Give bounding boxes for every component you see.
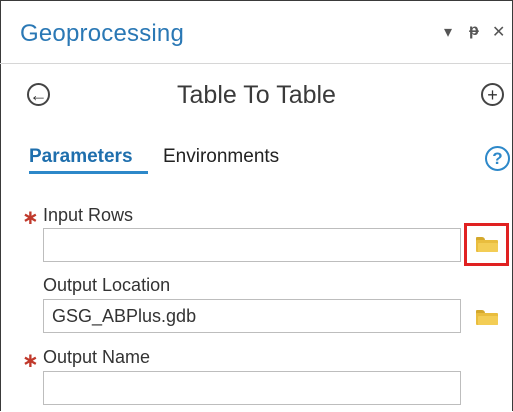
output-name-field[interactable]	[43, 371, 461, 405]
input-rows-field[interactable]	[43, 228, 461, 262]
required-marker-output-name: ∗	[22, 350, 39, 372]
plus-icon: +	[487, 84, 498, 105]
help-button[interactable]: ?	[485, 146, 510, 171]
tab-environments[interactable]: Environments	[163, 146, 279, 168]
highlight-box	[464, 223, 509, 266]
required-marker-input-rows: ∗	[22, 207, 39, 229]
output-location-label: Output Location	[43, 275, 171, 295]
help-icon: ?	[492, 148, 503, 168]
pin-icon[interactable]: ᵽ	[469, 22, 479, 40]
tool-title: Table To Table	[177, 81, 336, 109]
input-rows-label: Input Rows	[43, 205, 134, 225]
title-divider	[0, 63, 511, 64]
pane-title: Geoprocessing	[20, 20, 185, 47]
output-location-field[interactable]	[43, 299, 461, 333]
close-icon[interactable]: ✕	[492, 22, 505, 42]
tab-parameters[interactable]: Parameters	[29, 146, 133, 168]
pane-menu-icon[interactable]: ▾	[444, 22, 452, 42]
add-button[interactable]: +	[481, 83, 504, 106]
browse-output-location-folder-icon[interactable]	[476, 310, 498, 325]
active-tab-indicator	[29, 171, 148, 174]
output-name-label: Output Name	[43, 347, 151, 367]
